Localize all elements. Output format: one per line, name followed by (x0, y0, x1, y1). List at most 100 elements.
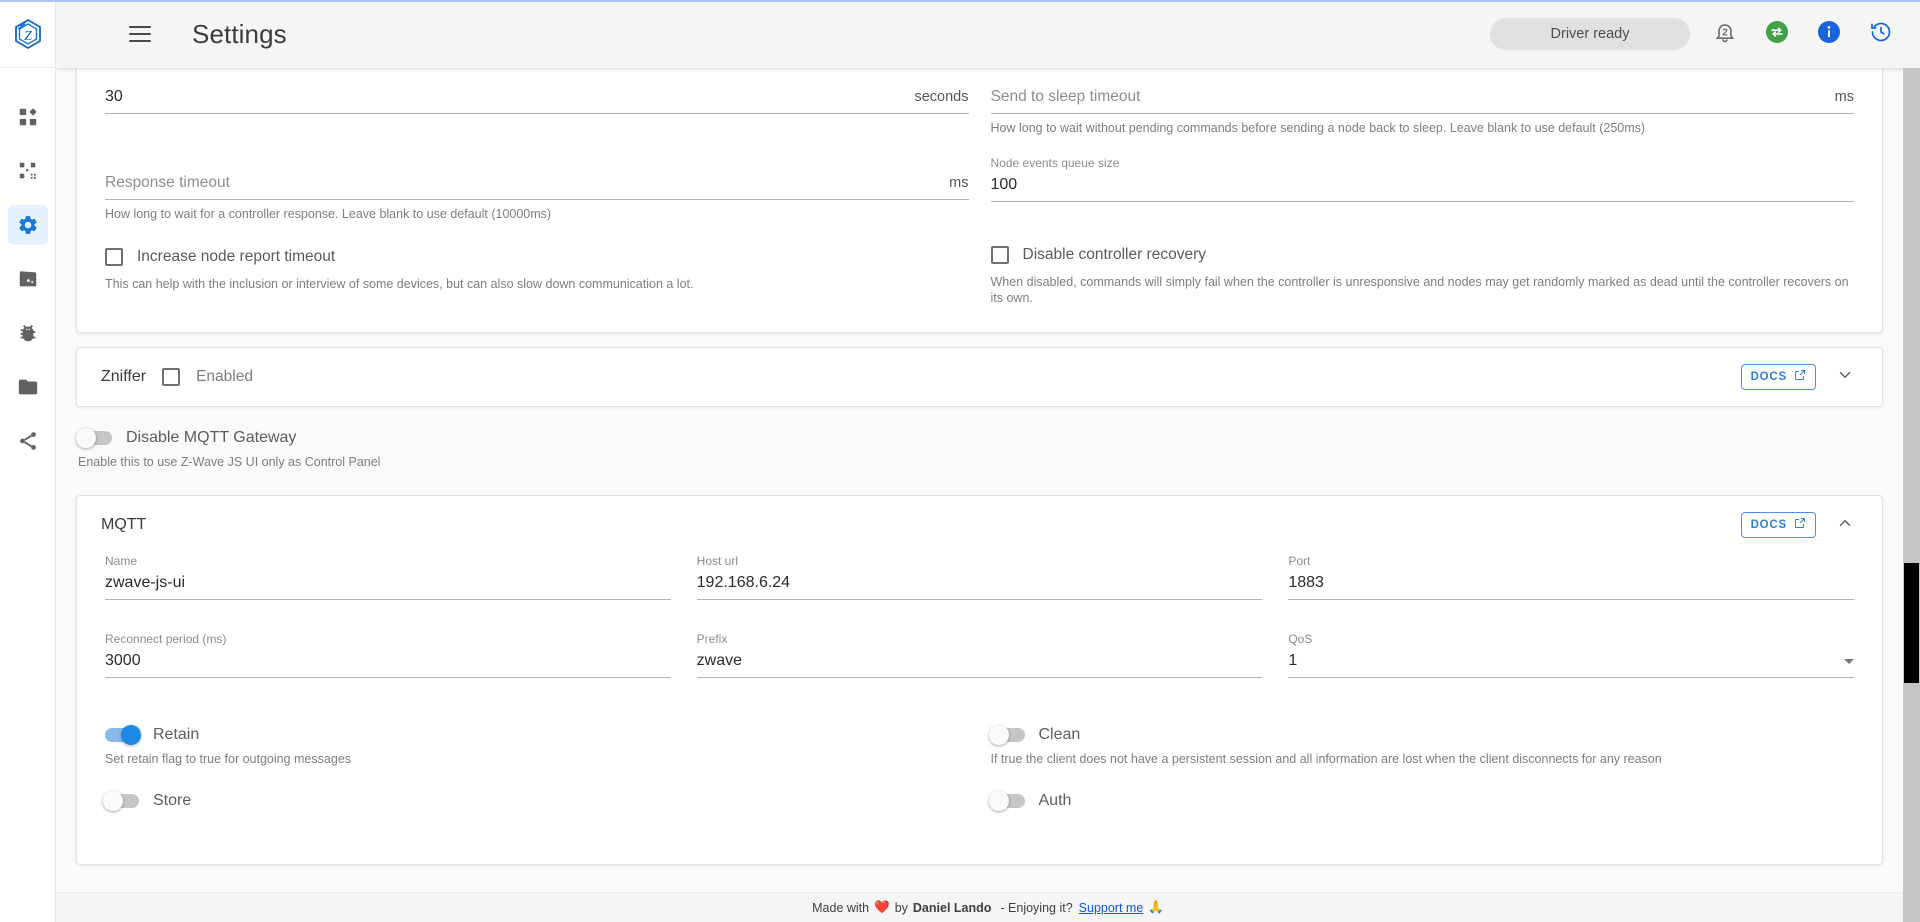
send-to-sleep-timeout-suffix: ms (1834, 89, 1854, 105)
mqtt-prefix-field[interactable]: Prefix zwave (696, 632, 1263, 678)
mqtt-reconnect-period-label: Reconnect period (ms) (105, 632, 227, 646)
increase-node-report-timeout-hint: This can help with the inclusion or inte… (105, 277, 694, 291)
mqtt-retain-hint: Set retain flag to true for outgoing mes… (105, 752, 351, 766)
node-events-queue-size-field[interactable]: Node events queue size 100 (990, 156, 1855, 202)
external-link-icon (1794, 369, 1806, 385)
send-to-sleep-timeout-field[interactable]: Send to sleep timeout ms (990, 68, 1854, 114)
disable-controller-recovery-row[interactable]: Disable controller recovery (990, 246, 1855, 264)
zniffer-enabled-checkbox[interactable] (162, 368, 181, 386)
mqtt-reconnect-period-value[interactable]: 3000 (105, 650, 671, 672)
history-button[interactable] (1864, 17, 1898, 51)
zniffer-enabled-label: Enabled (196, 368, 253, 385)
disable-controller-recovery-hint: When disabled, commands will simply fail… (990, 275, 1849, 305)
bug-icon (17, 322, 39, 344)
support-me-link[interactable]: Support me (1079, 901, 1144, 915)
mqtt-retain-row[interactable]: Retain (105, 725, 969, 745)
sidebar-item-store[interactable] (8, 367, 48, 407)
sync-status-button[interactable] (1760, 17, 1794, 51)
mqtt-retain-cell: Retain Set retain flag to true for outgo… (105, 725, 969, 792)
node-events-queue-size-label: Node events queue size (990, 156, 1120, 170)
mqtt-title: MQTT (101, 516, 147, 533)
mqtt-prefix-value[interactable]: zwave (697, 650, 1263, 672)
hamburger-icon[interactable] (118, 12, 162, 56)
chevron-down-icon (1836, 366, 1854, 389)
mqtt-auth-toggle[interactable] (988, 791, 1025, 811)
mqtt-clean-toggle[interactable] (988, 725, 1025, 745)
mqtt-name-value[interactable]: zwave-js-ui (105, 572, 671, 594)
response-timeout-field[interactable]: Response timeout ms (105, 154, 969, 200)
sidebar-item-settings[interactable] (7, 205, 48, 245)
mqtt-toggles-grid: Retain Set retain flag to true for outgo… (103, 725, 1855, 836)
mqtt-body: Name zwave-js-ui Host url 192.168.6.24 P… (77, 548, 1882, 864)
window-top-accent (0, 0, 1920, 2)
zniffer-expand-button[interactable] (1832, 364, 1858, 390)
commands-timeout-value[interactable]: 30 (105, 86, 904, 108)
sidebar-item-dashboard[interactable] (8, 97, 48, 137)
send-to-sleep-timeout-hint: How long to wait without pending command… (990, 121, 1646, 135)
appbar-actions: Driver ready 2 (1490, 17, 1898, 51)
zniffer-card: Zniffer Enabled DOCS (76, 347, 1883, 407)
mqtt-header: MQTT DOCS (77, 496, 1882, 548)
disable-controller-recovery-checkbox[interactable] (990, 246, 1009, 264)
mqtt-docs-button[interactable]: DOCS (1740, 512, 1816, 538)
mqtt-qos-value[interactable]: 1 (1288, 650, 1836, 672)
commands-timeout-field[interactable]: 30 seconds (105, 68, 969, 114)
info-button[interactable] (1812, 17, 1846, 51)
disable-controller-recovery-label: Disable controller recovery (1022, 246, 1207, 263)
mqtt-retain-toggle[interactable] (105, 725, 141, 745)
widgets-icon (17, 106, 39, 128)
mqtt-store-toggle[interactable] (103, 791, 139, 811)
send-to-sleep-timeout-label[interactable]: Send to sleep timeout (991, 86, 1825, 108)
chevron-down-icon[interactable] (1844, 658, 1854, 664)
scroll-area: 30 seconds Response timeout ms How long … (56, 68, 1903, 922)
external-link-icon (1794, 517, 1806, 533)
response-timeout-suffix: ms (949, 175, 969, 191)
scrollbar-thumb[interactable] (1904, 563, 1919, 684)
disable-mqtt-gateway-label: Disable MQTT Gateway (126, 429, 297, 446)
sidebar-items (0, 68, 55, 468)
mqtt-clean-hint: If true the client does not have a persi… (990, 752, 1662, 766)
increase-node-report-timeout-checkbox[interactable] (105, 248, 123, 266)
mqtt-port-field[interactable]: Port 1883 (1288, 554, 1854, 600)
response-timeout-label[interactable]: Response timeout (105, 172, 939, 194)
driver-status-chip[interactable]: Driver ready (1490, 18, 1690, 50)
zniffer-docs-button[interactable]: DOCS (1740, 364, 1816, 390)
mqtt-port-label: Port (1288, 554, 1311, 568)
footer-made-with: Made with (812, 900, 870, 915)
mqtt-host-url-field[interactable]: Host url 192.168.6.24 (696, 554, 1263, 600)
mqtt-fields-grid: Name zwave-js-ui Host url 192.168.6.24 P… (105, 554, 1854, 682)
mqtt-port-value[interactable]: 1883 (1288, 572, 1854, 594)
mqtt-clean-row[interactable]: Clean (988, 725, 1855, 745)
mqtt-qos-label: QoS (1288, 632, 1313, 646)
app-root: Z Settings Driver ready 2 30 seconds Res… (0, 0, 1920, 922)
response-timeout-hint: How long to wait for a controller respon… (105, 207, 552, 221)
app-logo[interactable]: Z (0, 0, 56, 68)
disable-mqtt-gateway-toggle[interactable] (76, 428, 112, 448)
heart-icon: ❤️ (874, 900, 890, 914)
sidebar-item-mesh[interactable] (8, 421, 48, 461)
sidebar-item-network-graph[interactable] (8, 151, 48, 191)
sidebar-item-debug[interactable] (8, 313, 48, 353)
zwave-js-ui-logo-icon: Z (14, 18, 41, 49)
increase-node-report-timeout-row[interactable]: Increase node report timeout (105, 248, 969, 266)
mqtt-reconnect-period-field[interactable]: Reconnect period (ms) 3000 (105, 632, 671, 678)
sidebar-item-scenes[interactable] (8, 259, 48, 299)
mqtt-docs-label: DOCS (1750, 519, 1787, 531)
info-icon (1817, 20, 1841, 49)
mqtt-collapse-button[interactable] (1832, 512, 1858, 538)
mqtt-auth-row[interactable]: Auth (988, 791, 1855, 811)
vertical-scrollbar[interactable] (1903, 68, 1920, 922)
mqtt-name-field[interactable]: Name zwave-js-ui (105, 554, 671, 600)
mqtt-qos-select[interactable]: QoS 1 (1288, 632, 1854, 678)
mqtt-clean-label: Clean (1038, 726, 1081, 743)
zwave-settings-card: 30 seconds Response timeout ms How long … (76, 68, 1883, 333)
mqtt-prefix-label: Prefix (696, 632, 728, 646)
appbar: Settings Driver ready 2 (56, 0, 1920, 68)
notifications-button[interactable]: 2 (1708, 17, 1742, 51)
zniffer-header-left: Zniffer Enabled (101, 368, 253, 386)
share-icon (17, 430, 39, 452)
mqtt-host-url-value[interactable]: 192.168.6.24 (697, 572, 1263, 594)
disable-mqtt-gateway-row[interactable]: Disable MQTT Gateway (76, 428, 1883, 448)
mqtt-store-row[interactable]: Store (103, 791, 969, 811)
node-events-queue-size-value[interactable]: 100 (991, 174, 1855, 196)
